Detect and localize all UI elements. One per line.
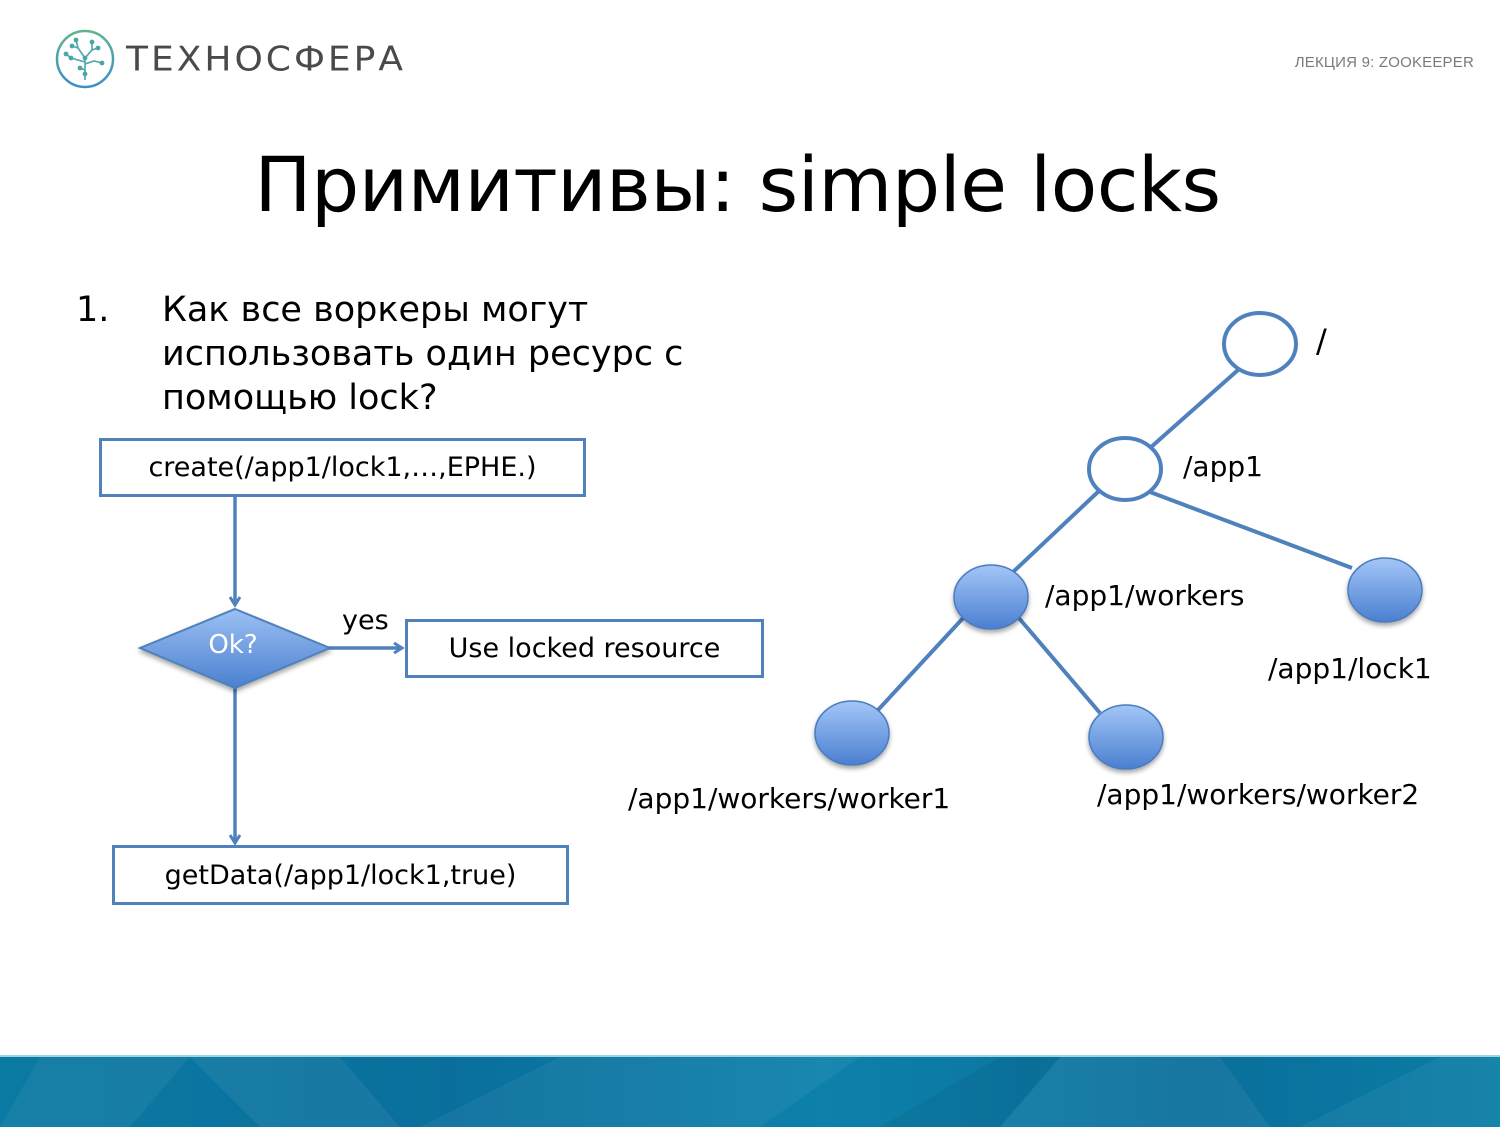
diagram-canvas — [137, 311, 1423, 1125]
getdata-box: getData(/app1/lock1,true) — [112, 845, 569, 905]
tree-label-worker2: /app1/workers/worker2 — [1097, 778, 1420, 811]
tree-node-worker2 — [1088, 704, 1164, 770]
edge-root-app1 — [1148, 368, 1240, 450]
tree-label-root: / — [1316, 322, 1327, 360]
tree-label-worker1: /app1/workers/worker1 — [628, 782, 951, 815]
edge-workers-worker2 — [1016, 615, 1102, 715]
tree-label-app1: /app1 — [1183, 450, 1263, 483]
edge-app1-workers — [1010, 488, 1102, 575]
use-locked-resource-box: Use locked resource — [405, 619, 764, 678]
tree-node-app1 — [1087, 436, 1163, 502]
tree-label-workers: /app1/workers — [1045, 579, 1245, 612]
yes-label: yes — [342, 605, 389, 636]
edge-app1-lock1 — [1149, 490, 1353, 570]
tree-node-worker1 — [814, 700, 890, 766]
tree-label-lock1: /app1/lock1 — [1268, 652, 1432, 685]
edge-workers-worker1 — [876, 614, 967, 712]
tree-node-workers — [953, 564, 1029, 630]
footer-band — [0, 1055, 1500, 1127]
create-box: create(/app1/lock1,…,EPHE.) — [99, 438, 586, 497]
footer-pattern — [0, 1057, 1500, 1127]
decision-label: Ok? — [208, 630, 258, 660]
tree-node-lock1 — [1347, 557, 1423, 623]
tree-node-root — [1222, 311, 1298, 377]
